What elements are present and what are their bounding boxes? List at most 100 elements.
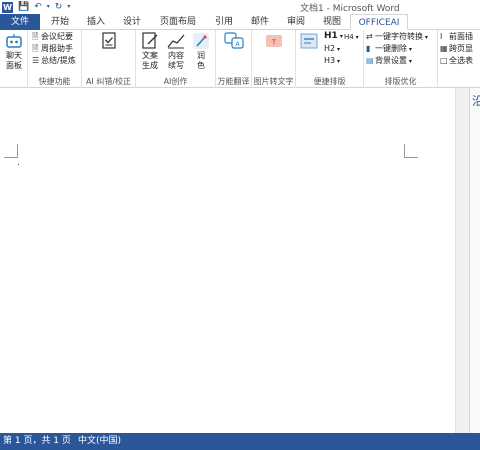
copy-generate-label-1: 文案 bbox=[142, 51, 158, 60]
trash-icon: ▮ bbox=[366, 44, 371, 53]
image-text-icon: T bbox=[266, 35, 282, 47]
side-panel: 沿 bbox=[469, 88, 480, 433]
tab-file[interactable]: 文件 bbox=[0, 14, 40, 30]
group-translate: A 万能翻译 bbox=[216, 30, 252, 88]
tab-officeai[interactable]: OFFICEAI bbox=[350, 14, 408, 30]
text-cursor bbox=[18, 164, 19, 165]
polish-label-2: 色 bbox=[197, 61, 205, 70]
background-settings-button[interactable]: ▤背景设置 ▾ bbox=[366, 55, 412, 67]
insert-before-button[interactable]: I 前面插 bbox=[440, 31, 473, 42]
continue-writing-button[interactable]: 内容 续写 bbox=[164, 32, 188, 71]
heading1-label: H1 bbox=[324, 31, 338, 41]
chat-label-1: 聊天 bbox=[6, 51, 22, 60]
ai-create-group-label: AI创作 bbox=[163, 77, 188, 86]
meeting-minutes-button[interactable]: 🗎 会议纪要 bbox=[32, 31, 73, 42]
heading3-button[interactable]: H3 ▾ bbox=[324, 55, 340, 67]
char-convert-dropdown-icon: ▾ bbox=[423, 34, 428, 41]
crop-mark-top-right bbox=[404, 144, 418, 158]
table-icon: ▦ bbox=[440, 44, 448, 53]
group-quick-functions: 🗎 会议纪要 🗎 周报助手 ☰ 总结/提炼 快捷功能 bbox=[28, 30, 82, 88]
char-convert-label: 一键字符转换 bbox=[375, 32, 423, 41]
document-area bbox=[0, 88, 472, 433]
translate-button[interactable]: A bbox=[222, 32, 246, 51]
chat-label-2: 面板 bbox=[6, 61, 22, 70]
translate-icon: A bbox=[224, 32, 244, 49]
group-chat: 聊天 面板 bbox=[0, 30, 28, 88]
heading4-button[interactable]: H4 ▾ bbox=[344, 32, 359, 43]
page-count[interactable]: 第 1 页，共 1 页 bbox=[3, 433, 71, 450]
side-panel-title: 沿 bbox=[472, 94, 480, 108]
translate-group-label: 万能翻译 bbox=[217, 77, 250, 86]
continue-writing-label-1: 内容 bbox=[168, 51, 184, 60]
image-to-text-group-label: 图片转文字 bbox=[253, 77, 294, 86]
group-ai-create: 文案 生成 内容 续写 润 色 AI创作 bbox=[136, 30, 216, 88]
copy-generate-button[interactable]: 文案 生成 bbox=[138, 32, 162, 71]
heading3-dropdown-icon: ▾ bbox=[335, 58, 341, 65]
char-convert-button[interactable]: ⇄ 一键字符转换 ▾ bbox=[366, 31, 428, 43]
select-all-table-label: 全选表 bbox=[449, 56, 473, 65]
layers-icon: ☰ bbox=[32, 56, 40, 65]
group-optimize: ⇄ 一键字符转换 ▾ ▮ 一键删除 ▾ ▤背景设置 ▾ 排版优化 bbox=[364, 30, 438, 88]
one-click-delete-label: 一键删除 bbox=[375, 44, 407, 53]
heading4-dropdown-icon: ▾ bbox=[353, 34, 359, 41]
magic-wand-icon bbox=[193, 33, 209, 49]
polish-label-1: 润 bbox=[197, 51, 205, 60]
weekly-report-button[interactable]: 🗎 周报助手 bbox=[32, 43, 73, 54]
heading2-label: H2 bbox=[324, 44, 336, 53]
continue-writing-label-2: 续写 bbox=[168, 61, 184, 70]
background-icon: ▤ bbox=[366, 56, 374, 65]
copy-generate-label-2: 生成 bbox=[142, 61, 158, 70]
crop-mark-top-left bbox=[4, 144, 18, 158]
heading4-label: H4 bbox=[344, 33, 354, 41]
tab-references[interactable]: 引用 bbox=[208, 14, 240, 30]
tab-page-layout[interactable]: 页面布局 bbox=[154, 14, 202, 30]
meeting-minutes-label: 会议纪要 bbox=[41, 32, 73, 41]
background-settings-dropdown-icon: ▾ bbox=[407, 58, 412, 65]
heading2-dropdown-icon: ▾ bbox=[335, 46, 341, 53]
language-indicator[interactable]: 中文(中国) bbox=[78, 433, 121, 450]
cross-page-label: 跨页显 bbox=[449, 44, 473, 53]
heading3-label: H3 bbox=[324, 56, 336, 65]
styles-button[interactable] bbox=[298, 32, 320, 51]
vertical-scrollbar[interactable] bbox=[455, 88, 469, 433]
image-to-text-button[interactable]: T bbox=[262, 32, 286, 51]
document-page[interactable] bbox=[0, 88, 455, 433]
cursor-icon: I bbox=[440, 32, 443, 41]
tab-review[interactable]: 审阅 bbox=[280, 14, 312, 30]
group-image-to-text: T 图片转文字 bbox=[252, 30, 296, 88]
convert-icon: ⇄ bbox=[366, 32, 373, 41]
group-layout: H1 ▾ H4 ▾ H2 ▾ H3 ▾ 便捷排版 bbox=[296, 30, 364, 88]
optimize-group-label: 排版优化 bbox=[384, 77, 417, 86]
tab-mailings[interactable]: 邮件 bbox=[244, 14, 276, 30]
document-icon: 🗎 bbox=[32, 32, 39, 41]
polish-button[interactable]: 润 色 bbox=[190, 32, 212, 71]
proofread-button[interactable] bbox=[98, 32, 120, 51]
svg-text:T: T bbox=[271, 39, 277, 47]
tab-insert[interactable]: 插入 bbox=[80, 14, 112, 30]
heading1-button[interactable]: H1 ▾ bbox=[324, 31, 343, 42]
report-icon: 🗎 bbox=[32, 44, 39, 53]
heading2-button[interactable]: H2 ▾ bbox=[324, 43, 340, 55]
title-bar: W 💾 ↶ ▾ ↻ ▾ 文档1 - Microsoft Word bbox=[0, 0, 480, 14]
checklist-icon bbox=[102, 32, 116, 49]
pen-document-icon bbox=[142, 32, 158, 49]
summary-label: 总结/提炼 bbox=[41, 56, 76, 65]
proofread-group-label: AI 纠错/校正 bbox=[85, 77, 132, 86]
chat-panel-button[interactable]: 聊天 面板 bbox=[2, 32, 26, 71]
layout-group-label: 便捷排版 bbox=[313, 77, 346, 86]
robot-icon bbox=[6, 34, 22, 48]
group-proofread: AI 纠错/校正 bbox=[82, 30, 136, 88]
tab-home[interactable]: 开始 bbox=[44, 14, 76, 30]
group-extra: I 前面插 ▦跨页显 □全选表 bbox=[438, 30, 480, 88]
window-title: 文档1 - Microsoft Word bbox=[300, 4, 400, 14]
weekly-report-label: 周报助手 bbox=[41, 44, 73, 53]
ribbon-tabs: 文件 开始 插入 设计 页面布局 引用 邮件 审阅 视图 OFFICEAI bbox=[0, 14, 480, 30]
heading1-dropdown-icon: ▾ bbox=[337, 33, 343, 40]
summary-button[interactable]: ☰ 总结/提炼 bbox=[32, 55, 76, 66]
tab-view[interactable]: 视图 bbox=[316, 14, 348, 30]
trend-line-icon bbox=[167, 34, 185, 49]
select-all-table-button[interactable]: □全选表 bbox=[440, 55, 473, 66]
one-click-delete-button[interactable]: ▮ 一键删除 ▾ bbox=[366, 43, 412, 55]
cross-page-button[interactable]: ▦跨页显 bbox=[440, 43, 473, 54]
tab-design[interactable]: 设计 bbox=[116, 14, 148, 30]
